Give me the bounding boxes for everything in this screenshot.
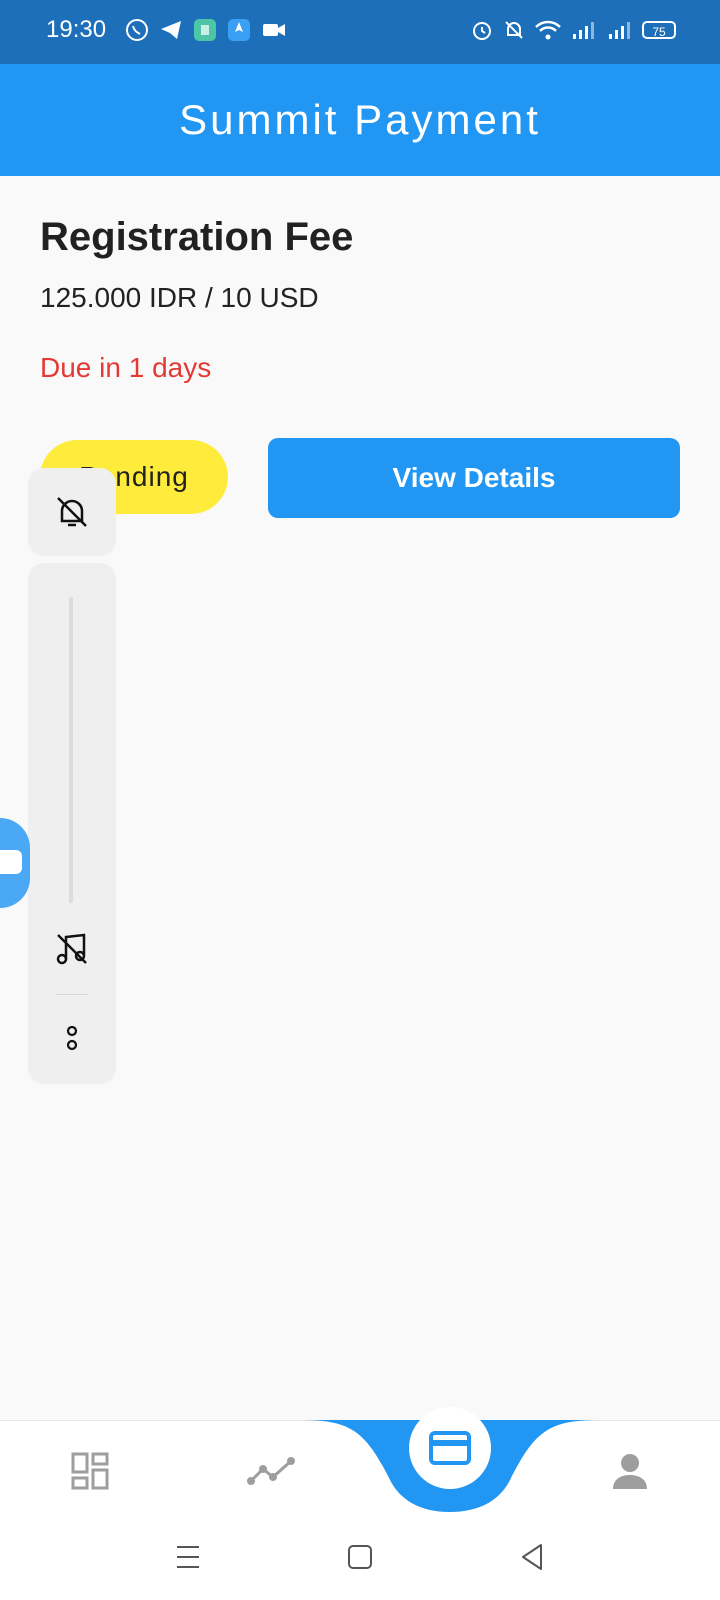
home-icon[interactable] (347, 1542, 373, 1572)
status-right-icons: 75 (470, 18, 676, 42)
volume-panel (28, 563, 116, 1084)
wifi-icon (535, 20, 561, 40)
volume-divider (56, 994, 88, 995)
nav-payment-button[interactable] (409, 1407, 491, 1489)
fee-amount: 125.000 IDR / 10 USD (40, 282, 319, 313)
profile-icon[interactable] (611, 1451, 649, 1491)
due-date: Due in 1 days (40, 352, 212, 383)
payment-card: Registration Fee 125.000 IDR / 10 USD Du… (40, 215, 680, 384)
status-bar: 19:30 75 (0, 0, 720, 64)
status-left-icons (125, 18, 287, 42)
video-icon (263, 24, 285, 36)
rocket-app-icon (228, 19, 250, 41)
more-icon[interactable] (64, 1023, 80, 1055)
system-navigation-bar (0, 1530, 720, 1600)
signal-icon (609, 22, 630, 39)
menu-icon[interactable] (175, 1542, 201, 1572)
fee-title: Registration Fee (40, 215, 354, 259)
signal-icon (573, 22, 594, 39)
telegram-icon (161, 21, 181, 39)
battery-indicator: 75 (642, 21, 676, 39)
bell-off-icon (57, 497, 87, 527)
view-details-button[interactable]: View Details (268, 438, 680, 518)
app-bar-title: Summit Payment (179, 96, 541, 143)
alarm-icon (473, 22, 491, 40)
floating-edge-handle[interactable] (0, 818, 30, 908)
music-off-icon[interactable] (52, 929, 92, 969)
back-icon[interactable] (519, 1542, 545, 1572)
chart-icon[interactable] (247, 1451, 295, 1491)
bell-off-icon (505, 21, 523, 39)
dashboard-icon[interactable] (70, 1451, 110, 1491)
app-bar: Summit Payment (0, 64, 720, 176)
whatsapp-icon (126, 19, 148, 41)
edge-handle-grip (0, 850, 22, 874)
status-time: 19:30 (46, 16, 107, 43)
payment-card-icon (429, 1431, 471, 1465)
app-icon (194, 19, 216, 41)
bottom-navigation (0, 1407, 720, 1531)
view-details-label: View Details (392, 462, 556, 493)
volume-ringer-toggle[interactable] (28, 468, 116, 556)
volume-slider[interactable] (69, 597, 73, 903)
